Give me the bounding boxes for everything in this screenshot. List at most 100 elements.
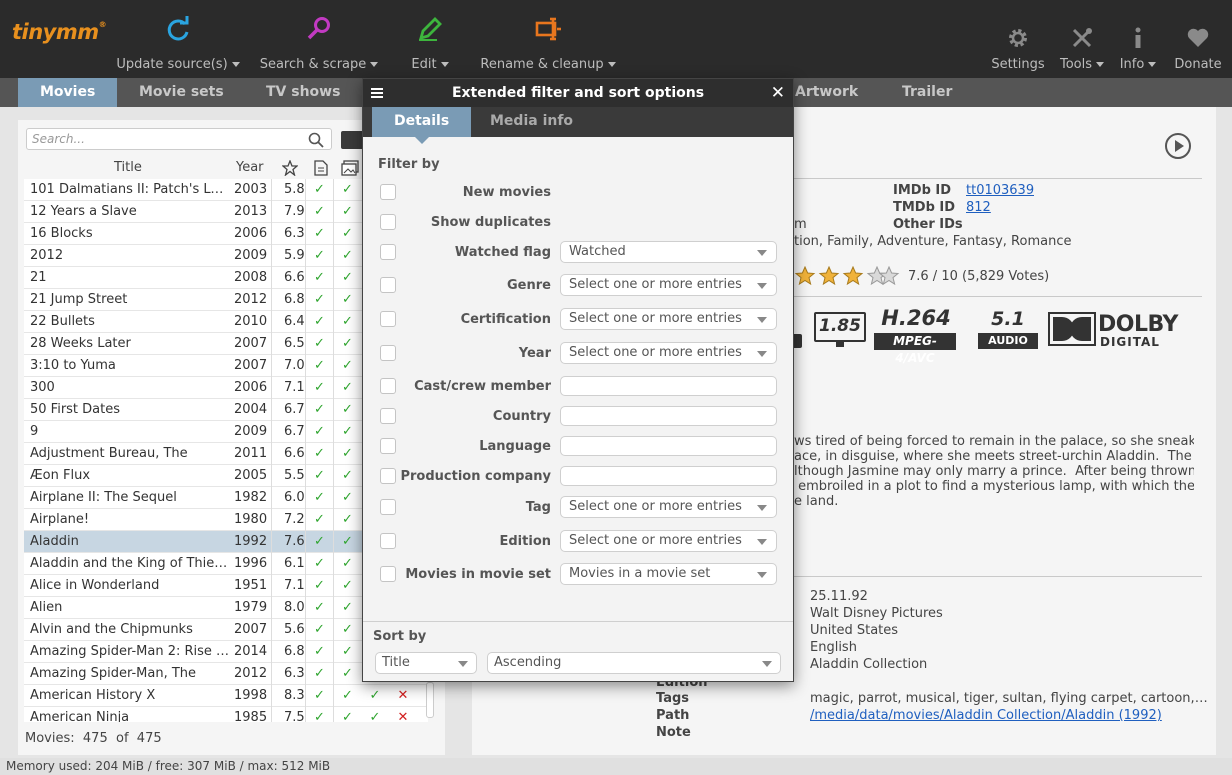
tab-media-info[interactable]: Media info <box>468 107 595 137</box>
search-icon[interactable] <box>308 132 324 148</box>
check-icon: ✓ <box>333 223 361 245</box>
check-icon: ✓ <box>333 531 361 553</box>
tab-details[interactable]: Details <box>372 107 472 144</box>
filter-select[interactable]: Select one or more entries <box>560 274 777 296</box>
filter-checkbox[interactable] <box>380 184 396 200</box>
divider <box>363 621 793 622</box>
movie-year: 1980 <box>234 512 268 527</box>
movie-title: Adjustment Bureau, The <box>30 446 188 461</box>
filter-select[interactable]: Select one or more entries <box>560 308 777 330</box>
filter-text-input[interactable] <box>560 406 777 426</box>
check-icon: ✓ <box>333 289 361 311</box>
heart-icon <box>1187 28 1209 47</box>
filter-text-input[interactable] <box>560 376 777 396</box>
tab-movies[interactable]: Movies <box>18 78 118 107</box>
image-icon[interactable] <box>341 160 359 176</box>
tab-movie-sets[interactable]: Movie sets <box>117 78 246 107</box>
path-label: Path <box>656 708 690 723</box>
check-icon: ✓ <box>305 619 333 641</box>
filter-select[interactable]: Select one or more entries <box>560 530 777 552</box>
table-row[interactable]: American Ninja 1985 7.5 ✓ ✓ ✓ ✕ <box>24 707 428 722</box>
path-link[interactable]: /media/data/movies/Aladdin Collection/Al… <box>810 708 1162 723</box>
divider <box>794 296 1202 297</box>
rename-cleanup-button[interactable]: Rename & cleanup <box>478 0 618 78</box>
filter-checkbox[interactable] <box>380 277 396 293</box>
check-icon: ✓ <box>305 267 333 289</box>
filter-checkbox[interactable] <box>380 244 396 260</box>
chevron-down-icon <box>440 62 449 67</box>
filter-row: Genre Select one or more entries <box>377 274 777 298</box>
update-sources-button[interactable]: Update source(s) <box>112 0 244 78</box>
filter-checkbox[interactable] <box>380 499 396 515</box>
filter-row: New movies <box>377 181 777 205</box>
table-row[interactable]: American History X 1998 8.3 ✓ ✓ ✓ ✕ <box>24 685 428 707</box>
check-icon: ✓ <box>333 179 361 201</box>
check-icon: ✓ <box>305 685 333 707</box>
settings-button[interactable]: Settings <box>988 0 1048 78</box>
filter-label: Certification <box>460 312 551 327</box>
movie-title: Amazing Spider-Man, The <box>30 666 197 681</box>
tools-button[interactable]: Tools <box>1056 0 1108 78</box>
filter-select[interactable]: Select one or more entries <box>560 342 777 364</box>
sort-order-select[interactable]: Ascending <box>487 652 781 674</box>
cross-icon: ✕ <box>397 688 409 703</box>
check-icon: ✓ <box>333 443 361 465</box>
column-year[interactable]: Year <box>236 160 264 175</box>
imdb-label: IMDb ID <box>893 183 952 198</box>
production-value: Walt Disney Pictures <box>810 606 943 621</box>
star-icon[interactable] <box>282 160 298 176</box>
filter-checkbox[interactable] <box>380 345 396 361</box>
filter-row: Tag Select one or more entries <box>377 496 777 520</box>
play-trailer-icon[interactable] <box>1164 132 1192 160</box>
donate-button[interactable]: Donate <box>1170 0 1226 78</box>
info-button[interactable]: Info <box>1114 0 1162 78</box>
filter-checkbox[interactable] <box>380 408 396 424</box>
movie-rating: 5.5 <box>271 465 305 487</box>
filter-checkbox[interactable] <box>380 214 396 230</box>
check-icon: ✓ <box>333 377 361 399</box>
dolby-logo-icon <box>1048 312 1096 346</box>
filter-select[interactable]: Movies in a movie set <box>560 563 777 585</box>
wrench-icon <box>1072 28 1092 48</box>
movie-rating: 6.8 <box>271 289 305 311</box>
filter-checkbox[interactable] <box>380 566 396 582</box>
filter-checkbox[interactable] <box>380 533 396 549</box>
filter-checkbox[interactable] <box>380 438 396 454</box>
filter-label: New movies <box>462 185 551 200</box>
sort-field-select[interactable]: Title <box>375 652 477 674</box>
tmdb-label: TMDb ID <box>893 200 956 215</box>
filter-text-input[interactable] <box>560 466 777 486</box>
filter-select[interactable]: Watched <box>560 241 777 263</box>
tags-label: Tags <box>656 691 690 706</box>
column-title[interactable]: Title <box>114 160 142 175</box>
search-scrape-button[interactable]: Search & scrape <box>256 0 382 78</box>
language-value: English <box>810 640 857 655</box>
movie-year: 2004 <box>234 402 268 417</box>
filter-text-input[interactable] <box>560 436 777 456</box>
imdb-link[interactable]: tt0103639 <box>966 183 1034 198</box>
plot-line: ws tired of being forced to remain in th… <box>794 434 1194 449</box>
check-icon: ✓ <box>305 399 333 421</box>
filter-label: Language <box>479 439 551 454</box>
scrollbar[interactable] <box>426 682 434 718</box>
chevron-down-icon <box>1148 62 1157 67</box>
filter-select[interactable]: Select one or more entries <box>560 496 777 518</box>
edit-button[interactable]: Edit <box>405 0 455 78</box>
filter-row: Edition Select one or more entries <box>377 530 777 554</box>
movie-year: 1951 <box>234 578 268 593</box>
tmdb-link[interactable]: 812 <box>966 200 991 215</box>
filter-checkbox[interactable] <box>380 468 396 484</box>
movie-title: 21 <box>30 270 47 285</box>
tab-trailer[interactable]: Trailer <box>880 78 974 107</box>
hamburger-menu-icon[interactable] <box>371 86 383 100</box>
movie-year: 2006 <box>234 226 268 241</box>
tab-tv-shows[interactable]: TV shows <box>244 78 362 107</box>
filter-checkbox[interactable] <box>380 311 396 327</box>
search-input[interactable] <box>26 128 332 150</box>
filter-checkbox[interactable] <box>380 378 396 394</box>
close-icon[interactable]: ✕ <box>771 83 785 103</box>
check-icon: ✓ <box>333 421 361 443</box>
other-ids-label: Other IDs <box>893 217 963 232</box>
dialog-title-bar: Extended filter and sort options ✕ <box>363 79 793 107</box>
nfo-icon[interactable] <box>314 160 328 176</box>
